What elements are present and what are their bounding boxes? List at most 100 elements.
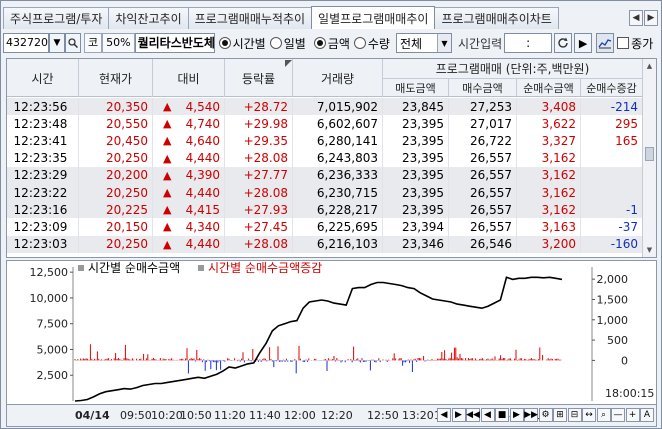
settings-icon[interactable]: ⚙ [538,408,553,422]
radio-amount[interactable]: 금액 [313,35,350,52]
legend-net-buy: 시간별 순매수금액 [88,261,180,275]
scroll-thumb[interactable] [645,147,654,161]
tab-arbitrage-balance[interactable]: 차익잔고추이 [108,7,189,29]
radio-dot [313,37,326,49]
cell-volume: 7,015,902 [293,98,383,116]
code-dropdown-icon[interactable]: ▼ [49,33,65,53]
window-frame: 주식프로그램/투자 차익잔고추이 프로그램매매누적추이 일별프로그램매매추이 프… [0,0,662,429]
scroll-down-icon[interactable]: ▼ [643,243,656,257]
y-right-tick-label: 2,000 [597,273,629,286]
table-row[interactable]: 12:23:22 20,250 ▲ 4,440 +28.08 6,230,715 … [7,183,643,202]
step-back-icon[interactable]: ◀ [480,408,495,422]
tab-prev-icon[interactable]: ◀ [629,10,643,26]
table-row[interactable]: 12:23:16 20,225 ▲ 4,415 +27.93 6,228,217 … [7,201,643,219]
x-right-time-label: 18:00:15 [605,387,654,400]
cell-sell: 23,346 [383,235,449,253]
table-scrollbar[interactable]: ▲ ▼ [642,59,656,257]
fit-icon[interactable]: ↔ [582,408,596,422]
legend-marker [198,265,204,271]
cell-price: 20,250 [79,183,153,202]
x-tick-label: 11:40 [249,409,281,422]
tab-program-trend-chart[interactable]: 프로그램매매추이차트 [434,7,559,29]
play-icon[interactable]: ▶ [509,408,524,422]
filter-select[interactable]: 전체 ▼ [395,33,452,53]
chart-bottom-bar: 04/14 09:50 10:20 10:50 11:20 11:40 12:00 12:20… [6,405,657,427]
diff-value: 4,440 [185,185,220,200]
table-row[interactable]: 12:23:35 20,250 ▲ 4,440 +28.08 6,243,803 … [7,149,643,167]
cell-net: 3,408 [517,98,581,116]
zoom-icon[interactable]: ⌕ [596,408,611,422]
text-icon[interactable]: A [640,408,654,422]
y-right-tick-label: 500 [607,334,628,347]
cell-price: 20,350 [79,98,153,116]
x-tick-label: 12:20 [321,409,353,422]
rewind-icon[interactable]: ◀◀ [466,408,480,422]
select-value: 전체 [399,36,423,51]
radio-day-mode[interactable]: 일별 [269,35,306,52]
time-input[interactable]: : [504,33,553,53]
up-triangle-icon: ▲ [163,186,172,200]
zoom-out-icon[interactable]: — [611,408,625,422]
cell-time: 12:23:03 [7,235,79,253]
cell-net: 3,162 [517,149,581,167]
up-triangle-icon: ▲ [163,151,172,165]
cell-sell: 23,395 [383,201,449,219]
cell-price: 20,450 [79,132,153,150]
cell-time: 12:23:22 [7,183,79,202]
up-triangle-icon: ▲ [163,100,172,114]
cell-net-inc [581,166,643,184]
search-icon[interactable] [65,33,81,53]
tab-daily-program-trend[interactable]: 일별프로그램매매추이 [311,6,436,29]
cell-price: 20,225 [79,201,153,219]
table-row[interactable]: 12:23:41 20,450 ▲ 4,640 +29.35 6,280,141 … [7,132,643,150]
cell-buy: 27,253 [449,98,517,116]
nav-left-icon[interactable]: ◀ [437,408,451,422]
next-icon[interactable]: ▶ [574,33,593,53]
cell-price: 20,250 [79,149,153,167]
cell-net: 3,162 [517,201,581,219]
nav-right-icon[interactable]: ▶ [451,408,466,422]
refresh-icon[interactable] [554,33,573,53]
stop-icon[interactable]: ■ [495,408,509,422]
y-left-tick-label: 5,000 [37,343,69,356]
closing-price-checkbox[interactable]: 종가 [617,35,653,52]
header-price: 현재가 [79,59,153,97]
radio-dot [353,37,366,49]
x-tick-label: 10:20 [151,409,183,422]
cell-net-inc [581,149,643,167]
header-diff: 대비 [153,59,225,97]
x-tick-label: 11:20 [214,409,246,422]
cell-time: 12:23:35 [7,149,79,167]
diff-value: 4,540 [185,99,220,114]
chart-toggle-icon[interactable] [596,33,615,53]
program-trade-chart[interactable]: 12,500 10,000 7,500 5,000 2,500 2,000 1,500 1,0… [6,260,657,405]
compact-icon[interactable]: ⊟ [567,408,582,422]
tab-bar: 주식프로그램/투자 차익잔고추이 프로그램매매누적추이 일별프로그램매매추이 프… [3,6,559,29]
radio-quantity[interactable]: 수량 [353,35,390,52]
y-right-tick-label: 1,500 [597,293,629,306]
stock-code-input[interactable]: 432720 [3,33,49,53]
tab-stock-program-investment[interactable]: 주식프로그램/투자 [3,7,110,29]
table-row[interactable]: 12:23:48 20,550 ▲ 4,740 +29.98 6,602,607 … [7,115,643,133]
scroll-up-icon[interactable]: ▲ [643,59,656,73]
cell-buy: 26,557 [449,149,517,167]
radio-label: 수량 [367,36,390,51]
table-row[interactable]: 12:23:03 20,250 ▲ 4,440 +28.08 6,216,103 … [7,235,643,253]
tab-program-cumulative[interactable]: 프로그램매매누적추이 [187,7,313,29]
header-net: 순매수금액 [517,78,581,96]
zoom-in-icon[interactable]: + [625,408,640,422]
header-buy: 매수금액 [449,78,517,96]
fast-forward-icon[interactable]: ▶▶ [524,408,538,422]
diff-value: 4,415 [185,202,220,217]
cell-buy: 26,546 [449,235,517,253]
table-row[interactable]: 12:23:29 20,200 ▲ 4,390 +27.77 6,236,333 … [7,166,643,184]
up-triangle-icon: ▲ [163,134,172,148]
tab-next-icon[interactable]: ▶ [644,10,658,26]
cell-rate: +27.77 [225,166,293,184]
radio-time-mode[interactable]: 시간별 [218,35,266,52]
table-row[interactable]: 12:23:09 20,150 ▲ 4,340 +27.45 6,225,695 … [7,218,643,236]
cell-buy: 26,557 [449,218,517,236]
grid-icon[interactable]: ⊞ [553,408,567,422]
table-row[interactable]: 12:23:56 20,350 ▲ 4,540 +28.72 7,015,902 … [7,98,643,116]
sort-corner-icon [285,60,292,67]
